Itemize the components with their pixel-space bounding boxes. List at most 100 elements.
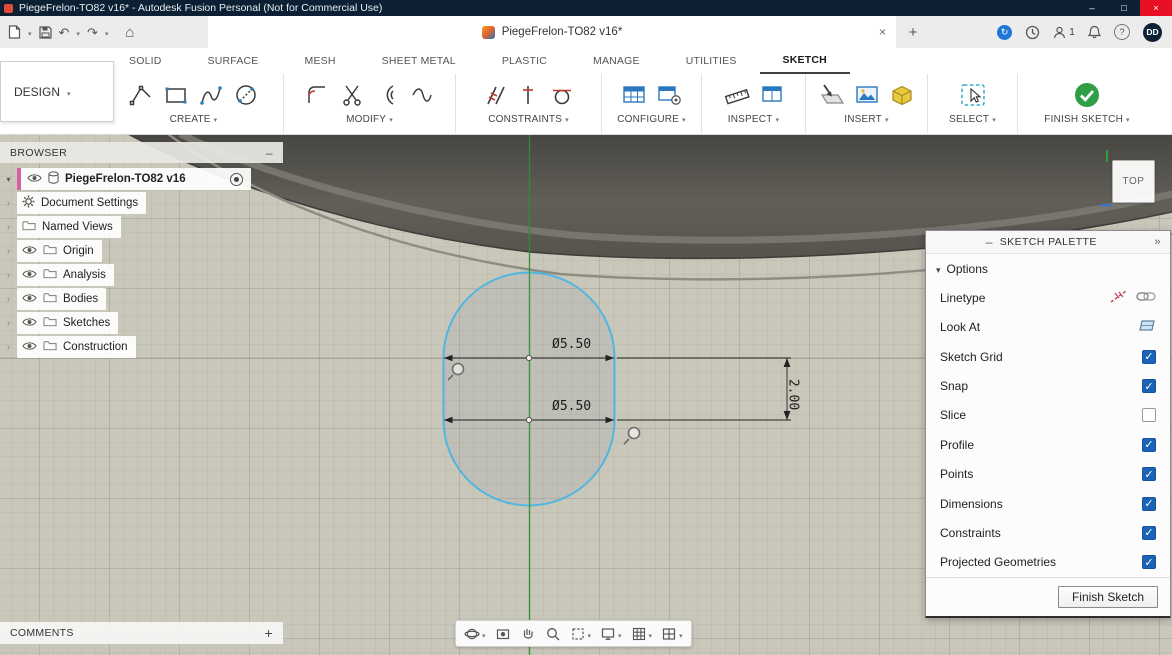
grid-caret-icon[interactable] (649, 625, 653, 643)
visibility-eye-icon[interactable] (22, 293, 37, 306)
comments-bar[interactable]: COMMENTS + (0, 622, 283, 644)
collaboration-icon[interactable]: 1 (1053, 26, 1075, 39)
inspect-dropdown[interactable]: INSPECT (728, 114, 779, 125)
expand-arrow-icon[interactable] (0, 198, 17, 209)
close-button[interactable]: × (1140, 0, 1172, 16)
maximize-button[interactable]: □ (1108, 0, 1140, 16)
dimensions-checkbox[interactable] (1142, 497, 1156, 511)
modeling-canvas[interactable]: Ø5.50 Ø5.50 2.00 TOP BROWSER PiegeFrelon… (0, 134, 1172, 655)
centerline-linetype-icon[interactable] (1136, 290, 1156, 306)
snap-checkbox[interactable] (1142, 379, 1156, 393)
coincident-constraint-icon[interactable] (483, 82, 507, 108)
insert-canvas-icon[interactable] (854, 83, 880, 107)
expand-arrow-icon[interactable] (0, 246, 17, 257)
browser-item-named-views[interactable]: Named Views (0, 216, 283, 238)
help-icon[interactable]: ? (1114, 24, 1130, 40)
browser-root-item[interactable]: PiegeFrelon-TO82 v16 (0, 168, 283, 190)
construction-linetype-icon[interactable] (1109, 289, 1129, 307)
finish-sketch-icon[interactable] (1073, 81, 1101, 109)
browser-item-origin[interactable]: Origin (0, 240, 283, 262)
zoom-icon[interactable] (541, 626, 565, 642)
circle-tool-icon[interactable] (233, 82, 259, 108)
visibility-eye-icon[interactable] (22, 245, 37, 258)
undo-caret-icon[interactable] (76, 23, 80, 41)
grid-snaps-icon[interactable] (627, 625, 657, 643)
add-comment-button[interactable]: + (265, 625, 273, 641)
orbit-caret-icon[interactable] (482, 625, 486, 643)
look-at-icon[interactable] (491, 626, 515, 642)
tab-utilities[interactable]: UTILITIES (663, 48, 760, 74)
save-icon[interactable] (39, 26, 52, 39)
configuration-table-icon[interactable] (621, 83, 647, 107)
visibility-eye-icon[interactable] (22, 341, 37, 354)
dimension-label-bottom-diameter[interactable]: Ø5.50 (552, 399, 591, 414)
select-tool-icon[interactable] (959, 81, 987, 109)
browser-item-analysis[interactable]: Analysis (0, 264, 283, 286)
minimize-button[interactable]: – (1076, 0, 1108, 16)
expand-arrow-icon[interactable] (0, 294, 17, 305)
profile-checkbox[interactable] (1142, 438, 1156, 452)
redo-icon[interactable]: ↷ (87, 26, 98, 39)
trim-scissors-icon[interactable] (339, 82, 365, 108)
palette-popout-icon[interactable] (1154, 236, 1161, 248)
file-menu-caret-icon[interactable] (28, 23, 32, 41)
expand-arrow-icon[interactable] (0, 270, 17, 281)
visibility-eye-icon[interactable] (22, 317, 37, 330)
display-caret-icon[interactable] (618, 625, 622, 643)
finish-sketch-dropdown[interactable]: FINISH SKETCH (1044, 114, 1129, 125)
slot-center-point-bottom[interactable] (526, 417, 531, 422)
design-workspace-dropdown[interactable]: DESIGN (0, 61, 114, 122)
expand-arrow-icon[interactable] (0, 222, 17, 233)
slot-center-point-top[interactable] (526, 355, 531, 360)
pan-icon[interactable] (516, 626, 540, 642)
visibility-eye-icon[interactable] (22, 269, 37, 282)
browser-item-document-settings[interactable]: Document Settings (0, 192, 283, 214)
dimension-label-vertical-spacing[interactable]: 2.00 (786, 374, 801, 416)
viewports-icon[interactable] (657, 625, 687, 643)
expand-arrow-icon[interactable] (0, 174, 17, 185)
display-settings-icon[interactable] (596, 625, 626, 643)
tangent-constraint-icon[interactable] (549, 82, 575, 108)
tab-surface[interactable]: SURFACE (185, 48, 282, 74)
points-checkbox[interactable] (1142, 467, 1156, 481)
orbit-icon[interactable] (460, 625, 490, 643)
insert-dropdown[interactable]: INSERT (844, 114, 888, 125)
version-history-icon[interactable] (1025, 25, 1040, 40)
browser-item-sketches[interactable]: Sketches (0, 312, 283, 334)
break-tool-icon[interactable] (409, 82, 435, 108)
line-tool-icon[interactable] (128, 82, 154, 108)
browser-collapse-icon[interactable] (266, 147, 273, 159)
tab-mesh[interactable]: MESH (282, 48, 359, 74)
configure-features-icon[interactable] (656, 83, 682, 107)
look-at-plane-icon[interactable] (1138, 318, 1156, 336)
insert-derive-icon[interactable] (819, 82, 845, 108)
activate-component-radio[interactable] (230, 173, 243, 186)
create-dropdown[interactable]: CREATE (170, 114, 218, 125)
tab-plastic[interactable]: PLASTIC (479, 48, 570, 74)
insert-mesh-icon[interactable] (889, 82, 915, 108)
browser-item-construction[interactable]: Construction (0, 336, 283, 358)
expand-arrow-icon[interactable] (0, 342, 17, 353)
viewports-caret-icon[interactable] (679, 625, 683, 643)
fillet-tool-icon[interactable] (304, 82, 330, 108)
options-section-header[interactable]: Options (926, 254, 1170, 283)
constraints-dropdown[interactable]: CONSTRAINTS (488, 114, 569, 125)
dimension-label-top-diameter[interactable]: Ø5.50 (552, 337, 591, 352)
modify-dropdown[interactable]: MODIFY (346, 114, 393, 125)
offset-tool-icon[interactable] (374, 82, 400, 108)
fit-view-icon[interactable] (566, 625, 596, 643)
dimension-vertical-spacing[interactable] (617, 358, 791, 420)
measure-tool-icon[interactable] (724, 83, 751, 107)
view-cube[interactable]: TOP (1112, 160, 1155, 203)
tab-manage[interactable]: MANAGE (570, 48, 663, 74)
tab-solid[interactable]: SOLID (106, 48, 185, 74)
spline-tool-icon[interactable] (198, 82, 224, 108)
slice-checkbox[interactable] (1142, 408, 1156, 422)
finish-sketch-button[interactable]: Finish Sketch (1058, 586, 1158, 608)
tab-close-icon[interactable]: × (879, 25, 886, 39)
fit-caret-icon[interactable] (588, 625, 592, 643)
job-status-icon[interactable] (997, 25, 1012, 40)
palette-collapse-icon[interactable] (986, 236, 993, 248)
notifications-bell-icon[interactable] (1088, 25, 1101, 39)
sketch-grid-checkbox[interactable] (1142, 350, 1156, 364)
